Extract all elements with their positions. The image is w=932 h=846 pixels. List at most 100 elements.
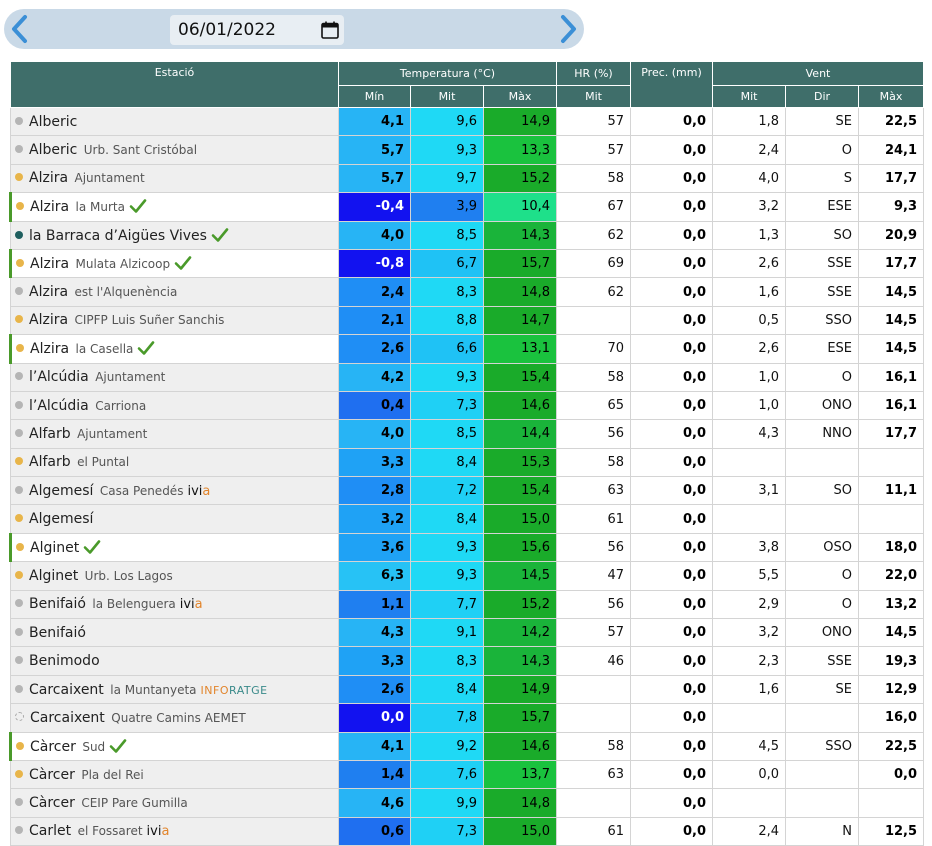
station-name[interactable]: Alzira — [29, 284, 68, 300]
table-row[interactable]: Algemesí 3,2 8,4 15,0 61 0,0 — [10, 504, 925, 534]
station-location[interactable]: el Fossaret — [78, 824, 143, 838]
table-row[interactable]: Benifaió 4,3 9,1 14,2 57 0,0 3,2 ONO 14,5 — [10, 618, 925, 648]
station-cell[interactable]: Càrcer CEIP Pare Gumilla — [10, 788, 339, 818]
table-row[interactable]: Carlet el Fossaret ivia 0,6 7,3 15,0 61 0,0 2,4… — [10, 816, 925, 846]
calendar-icon[interactable] — [320, 20, 340, 40]
table-row[interactable]: Càrcer Sud 4,1 9,2 14,6 58 0,0 4,5 SSO 22,5 — [9, 731, 925, 761]
table-row[interactable]: Benifaió la Belenguera ivia 1,1 7,7 15,2 56 0,… — [10, 589, 925, 620]
station-cell[interactable]: l’Alcúdia Carriona — [10, 390, 339, 421]
table-row[interactable]: Carcaixent la Muntanyeta INFORATGE 2,6 8,4 1… — [10, 674, 925, 705]
table-row[interactable]: Alberic Urb. Sant Cristóbal 5,7 9,3 13,3 57 0… — [10, 135, 925, 165]
header-estacio[interactable]: Estació — [10, 61, 339, 108]
station-cell[interactable]: Alginet Urb. Los Lagos — [10, 561, 339, 591]
station-name[interactable]: Alberic — [29, 114, 77, 130]
station-name[interactable]: Alzira — [29, 170, 68, 186]
station-location[interactable]: Ajuntament — [75, 171, 145, 185]
station-cell[interactable]: Alzira Mulata Alzicoop — [9, 248, 339, 279]
station-name[interactable]: Alzira — [30, 256, 69, 272]
table-row[interactable]: Alzira CIPFP Luis Suñer Sanchis 2,1 8,8 14,… — [10, 305, 925, 336]
station-name[interactable]: l’Alcúdia — [29, 398, 89, 414]
station-location[interactable]: Sud — [82, 740, 105, 754]
station-location[interactable]: CEIP Pare Gumilla — [81, 796, 187, 810]
table-row[interactable]: Alzira est l'Alquenència 2,4 8,3 14,8 62 0,0 1… — [10, 277, 925, 307]
table-row[interactable]: Alzira Mulata Alzicoop -0,8 6,7 15,7 69 0,0 2,… — [9, 248, 925, 279]
station-name[interactable]: Benifaió — [29, 596, 86, 612]
header-v-max[interactable]: Màx — [858, 85, 925, 108]
station-cell[interactable]: Algemesí Casa Penedés ivia — [10, 476, 339, 506]
station-location[interactable]: Urb. Los Lagos — [85, 569, 173, 583]
station-cell[interactable]: Alzira CIPFP Luis Suñer Sanchis — [10, 305, 339, 336]
station-cell[interactable]: Alberic Urb. Sant Cristóbal — [10, 135, 339, 165]
chevron-right-icon[interactable] — [554, 10, 582, 48]
station-name[interactable]: la Barraca d’Aigües Vives — [29, 228, 207, 244]
station-name[interactable]: l’Alcúdia — [29, 369, 89, 385]
station-cell[interactable]: Benifaió — [10, 618, 339, 648]
station-cell[interactable]: Alzira Ajuntament — [10, 163, 339, 194]
station-name[interactable]: Alginet — [30, 540, 79, 556]
table-row[interactable]: Benimodo 3,3 8,3 14,3 46 0,0 2,3 SSE 19,3 — [10, 646, 925, 676]
header-v-dir[interactable]: Dir — [785, 85, 860, 108]
station-name[interactable]: Algemesí — [29, 511, 93, 527]
header-t-max[interactable]: Màx — [482, 85, 558, 108]
station-name[interactable]: Carcaixent — [30, 710, 105, 726]
station-name[interactable]: Carcaixent — [29, 682, 104, 698]
station-name[interactable]: Carlet — [29, 823, 71, 839]
station-cell[interactable]: Carcaixent la Muntanyeta INFORATGE — [10, 674, 339, 705]
station-name[interactable]: Alginet — [29, 568, 78, 584]
table-row[interactable]: Alginet Urb. Los Lagos 6,3 9,3 14,5 47 0,0 5,5… — [10, 561, 925, 591]
date-input[interactable]: 06/01/2022 — [170, 15, 344, 45]
table-row[interactable]: Càrcer CEIP Pare Gumilla 4,6 9,9 14,8 0,0 — [10, 788, 925, 818]
chevron-left-icon[interactable] — [6, 10, 34, 48]
station-name[interactable]: Alberic — [29, 142, 77, 158]
station-location[interactable]: Ajuntament — [77, 427, 147, 441]
station-name[interactable]: Càrcer — [29, 767, 75, 783]
table-row[interactable]: Alfarb el Puntal 3,3 8,4 15,3 58 0,0 — [10, 447, 925, 478]
table-row[interactable]: Carcaixent Quatre Camins AEMET 0,0 7,8 15,7… — [10, 703, 925, 733]
station-cell[interactable]: la Barraca d’Aigües Vives — [10, 220, 339, 250]
station-name[interactable]: Càrcer — [29, 795, 75, 811]
station-name[interactable]: Benifaió — [29, 625, 86, 641]
station-location[interactable]: Urb. Sant Cristóbal — [84, 143, 197, 157]
station-location[interactable]: Ajuntament — [95, 370, 165, 384]
station-cell[interactable]: Alberic — [10, 106, 339, 137]
station-name[interactable]: Algemesí — [29, 483, 93, 499]
table-row[interactable]: Alginet 3,6 9,3 15,6 56 0,0 3,8 OSO 18,0 — [9, 532, 925, 563]
station-cell[interactable]: Algemesí — [10, 504, 339, 534]
station-cell[interactable]: l’Alcúdia Ajuntament — [10, 362, 339, 392]
station-name[interactable]: Alzira — [30, 199, 69, 215]
station-location[interactable]: la Murta — [76, 200, 125, 214]
header-hr-mit[interactable]: Mit — [556, 85, 632, 108]
station-cell[interactable]: Benimodo — [10, 646, 339, 676]
station-cell[interactable]: Carlet el Fossaret ivia — [10, 816, 339, 846]
station-cell[interactable]: Alzira la Casella — [9, 334, 339, 364]
station-location[interactable]: Pla del Rei — [81, 768, 143, 782]
station-cell[interactable]: Alfarb el Puntal — [10, 447, 339, 478]
header-t-min[interactable]: Mín — [338, 85, 411, 108]
station-location[interactable]: la Belenguera — [92, 597, 175, 611]
table-row[interactable]: Alfarb Ajuntament 4,0 8,5 14,4 56 0,0 4,3 NNO 17… — [10, 419, 925, 449]
station-location[interactable]: Mulata Alzicoop — [76, 257, 171, 271]
station-name[interactable]: Alfarb — [29, 426, 71, 442]
station-name[interactable]: Alzira — [29, 312, 68, 328]
station-location[interactable]: el Puntal — [77, 455, 129, 469]
station-name[interactable]: Alzira — [30, 341, 69, 357]
station-cell[interactable]: Benifaió la Belenguera ivia — [10, 589, 339, 620]
header-prec[interactable]: Prec. (mm) — [630, 61, 714, 108]
table-row[interactable]: Alberic 4,1 9,6 14,9 57 0,0 1,8 SE 22,5 — [10, 106, 925, 137]
table-row[interactable]: l’Alcúdia Ajuntament 4,2 9,3 15,4 58 0,0 1,0 O 1… — [10, 362, 925, 392]
station-location[interactable]: Casa Penedés — [100, 484, 184, 498]
table-row[interactable]: Alzira Ajuntament 5,7 9,7 15,2 58 0,0 4,0 S 17,7 — [10, 163, 925, 194]
station-name[interactable]: Benimodo — [29, 653, 100, 669]
station-cell[interactable]: Alzira est l'Alquenència — [10, 277, 339, 307]
station-location[interactable]: la Muntanyeta — [110, 683, 196, 697]
table-row[interactable]: Càrcer Pla del Rei 1,4 7,6 13,7 63 0,0 0,0 0,0 — [10, 759, 925, 790]
station-location[interactable]: Quatre Camins AEMET — [111, 711, 245, 725]
station-name[interactable]: Alfarb — [29, 454, 71, 470]
header-v-mit[interactable]: Mit — [712, 85, 787, 108]
station-location[interactable]: la Casella — [76, 342, 134, 356]
station-location[interactable]: est l'Alquenència — [75, 285, 178, 299]
station-cell[interactable]: Carcaixent Quatre Camins AEMET — [10, 703, 339, 733]
station-location[interactable]: CIPFP Luis Suñer Sanchis — [75, 313, 225, 327]
table-row[interactable]: Alzira la Casella 2,6 6,6 13,1 70 0,0 2,6 ESE 14… — [9, 334, 925, 364]
station-cell[interactable]: Càrcer Pla del Rei — [10, 759, 339, 790]
